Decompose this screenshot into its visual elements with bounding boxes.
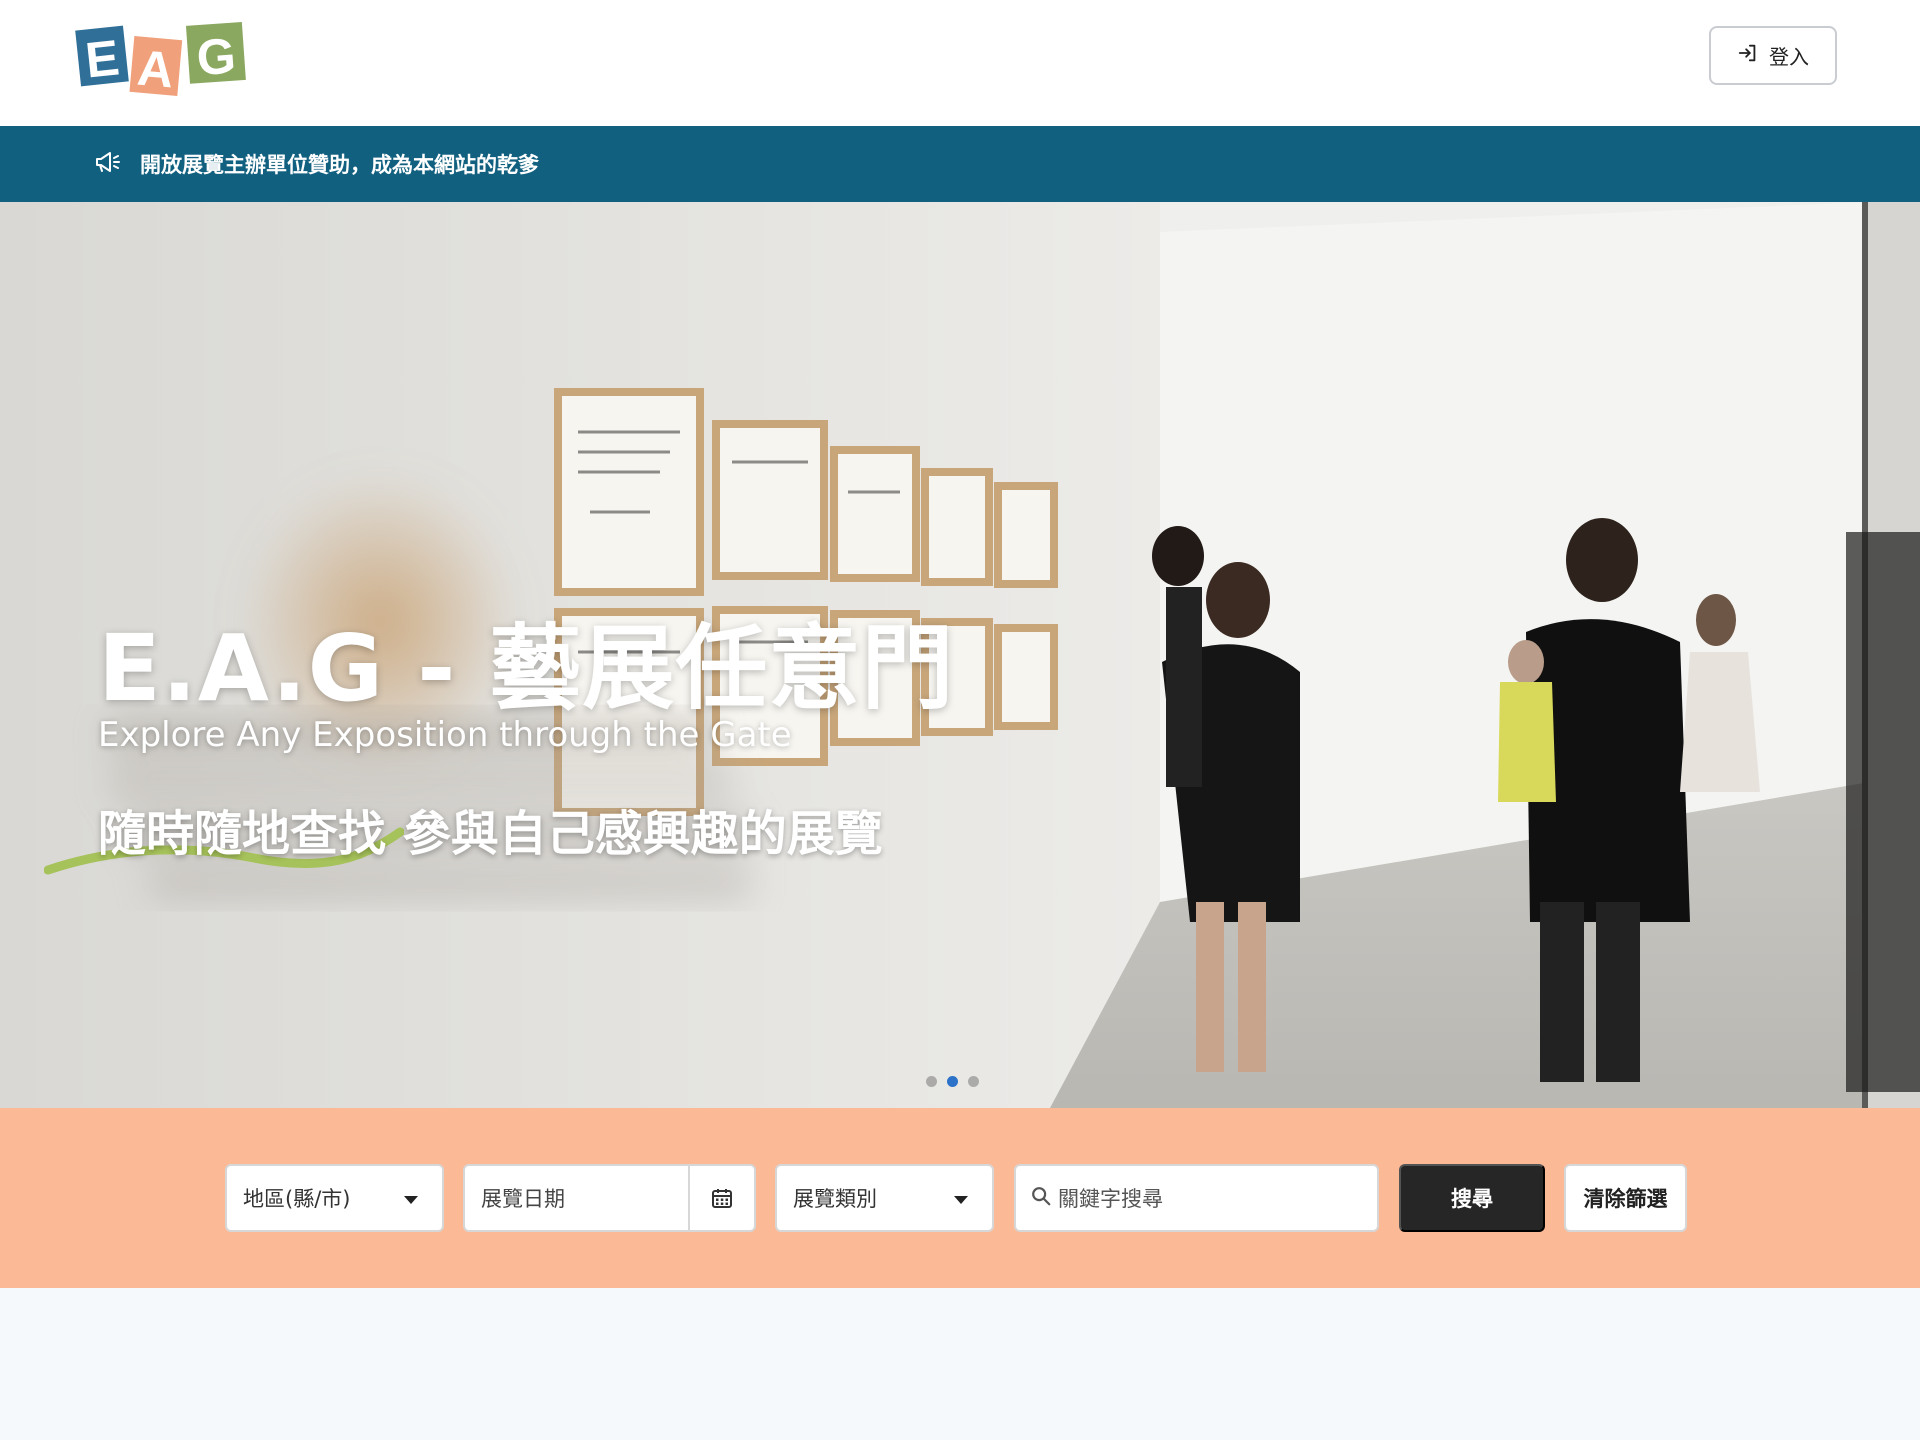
category-select[interactable]: 展覽類別 (775, 1164, 994, 1232)
svg-text:E: E (83, 29, 122, 88)
region-select[interactable]: 地區(縣/市) (225, 1164, 444, 1232)
search-filter-bar: 地區(縣/市) 展覽日期 展覽類別 關鍵字搜尋 搜尋 清除篩選 (0, 1108, 1920, 1288)
carousel-indicators (926, 1076, 979, 1087)
chevron-down-icon (404, 1196, 418, 1204)
search-button[interactable]: 搜尋 (1399, 1164, 1545, 1232)
hero-title: E.A.G - 藝展任意門 (98, 615, 955, 722)
svg-text:G: G (195, 28, 238, 87)
megaphone-icon (94, 149, 122, 179)
category-select-label: 展覽類別 (793, 1187, 877, 1211)
sponsor-link[interactable]: 開放展覽主辦單位贊助，成為本網站的乾爹 (140, 149, 539, 179)
chevron-down-icon (954, 1196, 968, 1204)
carousel-dot-3[interactable] (968, 1076, 979, 1087)
eag-logo[interactable]: E A G (74, 14, 260, 98)
keyword-search-input[interactable]: 關鍵字搜尋 (1014, 1164, 1379, 1232)
date-placeholder: 展覽日期 (481, 1187, 565, 1211)
hero-subtitle-en: Explore Any Exposition through the Gate (98, 715, 792, 755)
login-button[interactable]: 登入 (1709, 26, 1837, 85)
region-select-label: 地區(縣/市) (243, 1187, 351, 1211)
login-icon (1737, 42, 1759, 70)
search-icon (1016, 1185, 1052, 1212)
site-header: E A G 登入 (0, 0, 1920, 126)
calendar-icon[interactable] (688, 1166, 754, 1230)
clear-filters-button[interactable]: 清除篩選 (1564, 1164, 1687, 1232)
keyword-placeholder: 關鍵字搜尋 (1058, 1187, 1163, 1211)
hero-subtitle-zh: 隨時隨地查找 參與自己感興趣的展覽 (98, 806, 883, 862)
date-picker[interactable]: 展覽日期 (463, 1164, 756, 1232)
carousel-dot-1[interactable] (926, 1076, 937, 1087)
carousel-dot-2[interactable] (947, 1076, 958, 1087)
svg-text:A: A (135, 40, 176, 98)
hero-carousel: E.A.G - 藝展任意門 Explore Any Exposition thr… (0, 202, 1920, 1108)
announcement-banner: 開放展覽主辦單位贊助，成為本網站的乾爹 (0, 126, 1920, 202)
login-label: 登入 (1769, 47, 1809, 69)
